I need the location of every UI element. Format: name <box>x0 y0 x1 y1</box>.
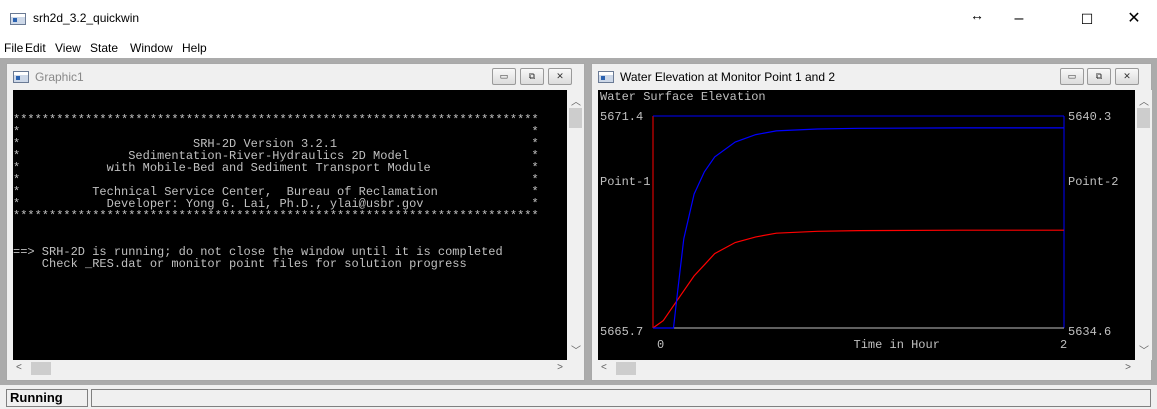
resize-arrow-icon: ↔ <box>970 7 984 23</box>
monitor-restore-button[interactable]: ⧉ <box>1087 68 1111 85</box>
series-line-point-2 <box>653 127 1064 329</box>
console-line: ****************************************… <box>13 209 539 223</box>
graphic1-window[interactable]: Graphic1 ▭ ⧉ ✕ *************************… <box>6 63 585 381</box>
graphic1-restore-button[interactable]: ⧉ <box>520 68 544 85</box>
graphic1-vertical-scrollbar[interactable]: ︿ ﹀ <box>567 90 584 360</box>
graphic1-horizontal-scrollbar[interactable]: < > <box>13 360 567 377</box>
x-axis-label: Time in Hour <box>854 338 940 352</box>
scroll-left-icon[interactable]: < <box>16 362 22 373</box>
monitor-title: Water Elevation at Monitor Point 1 and 2 <box>620 70 836 84</box>
vertical-scroll-thumb[interactable] <box>569 108 582 128</box>
graphic1-close-button[interactable]: ✕ <box>548 68 572 85</box>
scroll-right-icon[interactable]: > <box>557 362 563 373</box>
scroll-down-icon[interactable]: ﹀ <box>1139 342 1149 357</box>
monitor-vertical-scrollbar[interactable]: ︿ ﹀ <box>1135 90 1152 360</box>
menu-edit[interactable]: Edit <box>25 41 46 55</box>
console-line: Check _RES.dat or monitor point files fo… <box>13 257 467 271</box>
graphic1-title: Graphic1 <box>35 70 84 84</box>
scroll-left-icon[interactable]: < <box>601 362 607 373</box>
chart-canvas: Water Surface Elevation 5671.4 5665.7 Point… <box>598 90 1135 360</box>
menu-view[interactable]: View <box>55 41 81 55</box>
right-axis-min-label: 5634.6 <box>1068 325 1111 339</box>
scroll-right-icon[interactable]: > <box>1125 362 1131 373</box>
horizontal-scroll-thumb[interactable] <box>31 362 51 375</box>
close-button[interactable]: ✕ <box>1111 0 1157 38</box>
maximize-button[interactable]: ☐ <box>1064 0 1110 38</box>
app-title: srh2d_3.2_quickwin <box>33 11 140 25</box>
menu-state[interactable]: State <box>90 41 118 55</box>
minimize-button[interactable]: – <box>996 0 1042 38</box>
app-window-icon[interactable] <box>10 13 26 25</box>
status-text: Running <box>6 389 88 407</box>
monitor-window[interactable]: Water Elevation at Monitor Point 1 and 2… <box>591 63 1152 381</box>
monitor-window-icon[interactable] <box>598 71 614 83</box>
horizontal-scroll-thumb[interactable] <box>616 362 636 375</box>
graphic1-window-icon[interactable] <box>13 71 29 83</box>
scroll-up-icon[interactable]: ︿ <box>571 93 581 108</box>
menu-bar: File Edit View State Window Help <box>0 38 1157 58</box>
water-elevation-chart: Water Surface Elevation 5671.4 5665.7 Point… <box>600 90 1118 352</box>
monitor-title-bar[interactable]: Water Elevation at Monitor Point 1 and 2… <box>592 64 1151 90</box>
console-text: ****************************************… <box>13 90 539 270</box>
menu-help[interactable]: Help <box>182 41 207 55</box>
x-tick-label: 0 <box>657 338 664 352</box>
right-axis-max-label: 5640.3 <box>1068 110 1111 124</box>
scroll-down-icon[interactable]: ﹀ <box>571 342 581 357</box>
chart-title: Water Surface Elevation <box>600 90 766 104</box>
status-bar: Running <box>0 387 1157 409</box>
left-axis-max-label: 5671.4 <box>600 110 643 124</box>
x-tick-label: 2 <box>1060 338 1067 352</box>
app-title-bar[interactable]: srh2d_3.2_quickwin ↔ – ☐ ✕ <box>0 0 1157 38</box>
monitor-minimize-button[interactable]: ▭ <box>1060 68 1084 85</box>
status-panel <box>91 389 1151 407</box>
graphic1-minimize-button[interactable]: ▭ <box>492 68 516 85</box>
series-line-point-1 <box>652 229 1064 329</box>
vertical-scroll-thumb[interactable] <box>1137 108 1150 128</box>
monitor-close-button[interactable]: ✕ <box>1115 68 1139 85</box>
left-axis-label: Point-1 <box>600 175 650 189</box>
left-axis-min-label: 5665.7 <box>600 325 643 339</box>
console-output: ****************************************… <box>13 90 567 360</box>
monitor-horizontal-scrollbar[interactable]: < > <box>598 360 1135 377</box>
right-axis-label: Point-2 <box>1068 175 1118 189</box>
menu-file[interactable]: File <box>4 41 23 55</box>
menu-window[interactable]: Window <box>130 41 173 55</box>
graphic1-title-bar[interactable]: Graphic1 ▭ ⧉ ✕ <box>7 64 584 90</box>
scroll-up-icon[interactable]: ︿ <box>1139 93 1149 108</box>
